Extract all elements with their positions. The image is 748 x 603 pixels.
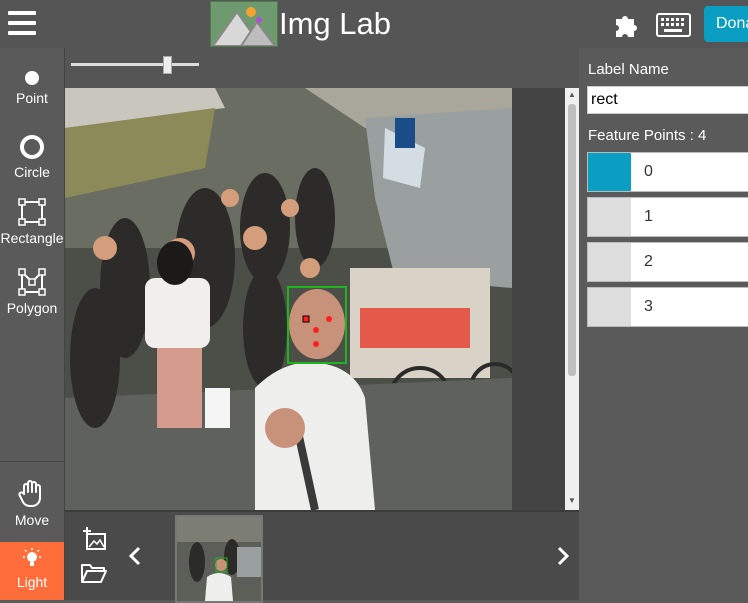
tool-label: Point [16,90,48,106]
tool-label: Rectangle [0,230,64,246]
add-image-icon[interactable] [81,526,107,552]
tool-label: Light [16,574,48,590]
feature-point-item[interactable]: 0 [587,152,748,192]
toolbar-divider [0,461,64,462]
zoom-slider-bar [65,48,579,88]
app-title: Img Lab [279,6,392,41]
feature-point-label: 3 [644,298,653,315]
lightbulb-icon [23,548,41,566]
feature-point-swatch [588,153,631,191]
tool-point[interactable]: Point [0,70,64,106]
tool-polygon[interactable]: Polygon [0,268,64,316]
tool-label: Move [14,512,50,528]
feature-point-item[interactable]: 3 [587,287,748,327]
hand-icon [18,480,41,508]
app-logo [210,1,278,47]
donate-button[interactable]: Dona [704,6,748,42]
zoom-slider-thumb[interactable] [162,56,172,74]
tool-circle[interactable]: Circle [0,134,64,180]
tool-move[interactable]: Move [0,478,64,528]
tool-sidebar: Point Circle Rectangle Polygon Move Ligh… [0,48,65,600]
feature-point-item[interactable]: 1 [587,197,748,237]
open-folder-icon[interactable] [81,562,107,584]
chevron-left-icon[interactable] [127,546,143,566]
app-header: Img Lab Dona [0,0,748,48]
feature-point-label: 1 [644,208,653,225]
label-name-input[interactable] [587,86,748,114]
scroll-up-arrow[interactable]: ▲ [568,90,576,99]
keyboard-icon[interactable] [656,13,691,37]
image-canvas[interactable]: ▲ ▼ [65,88,579,510]
feature-point-swatch [588,288,631,326]
image-thumbnail[interactable] [175,515,263,603]
label-name-heading: Label Name [588,61,669,78]
thumbnail-strip [65,510,579,603]
rectangle-icon [18,198,46,226]
feature-points-heading: Feature Points : 4 [588,127,707,144]
feature-point-swatch [588,198,631,236]
feature-point-item[interactable]: 2 [587,242,748,282]
feature-point-label: 0 [644,163,653,180]
chevron-right-icon[interactable] [555,546,571,566]
menu-icon[interactable] [8,11,36,35]
label-panel: Label Name Feature Points : 4 0 1 2 3 [579,48,748,600]
feature-point-label: 2 [644,253,653,270]
circle-icon [20,135,44,159]
scroll-down-arrow[interactable]: ▼ [568,496,576,505]
tool-label: Circle [14,164,50,180]
scrollbar-thumb[interactable] [568,104,576,376]
polygon-icon [18,268,46,296]
puzzle-icon[interactable] [612,10,642,40]
zoom-slider[interactable] [71,63,199,66]
point-icon [25,71,39,85]
canvas-scrollbar[interactable]: ▲ ▼ [565,88,579,510]
tool-rectangle[interactable]: Rectangle [0,198,64,246]
feature-point-swatch [588,243,631,281]
tool-light[interactable]: Light [0,542,64,600]
street-photo[interactable] [65,88,512,510]
tool-label: Polygon [6,300,58,316]
